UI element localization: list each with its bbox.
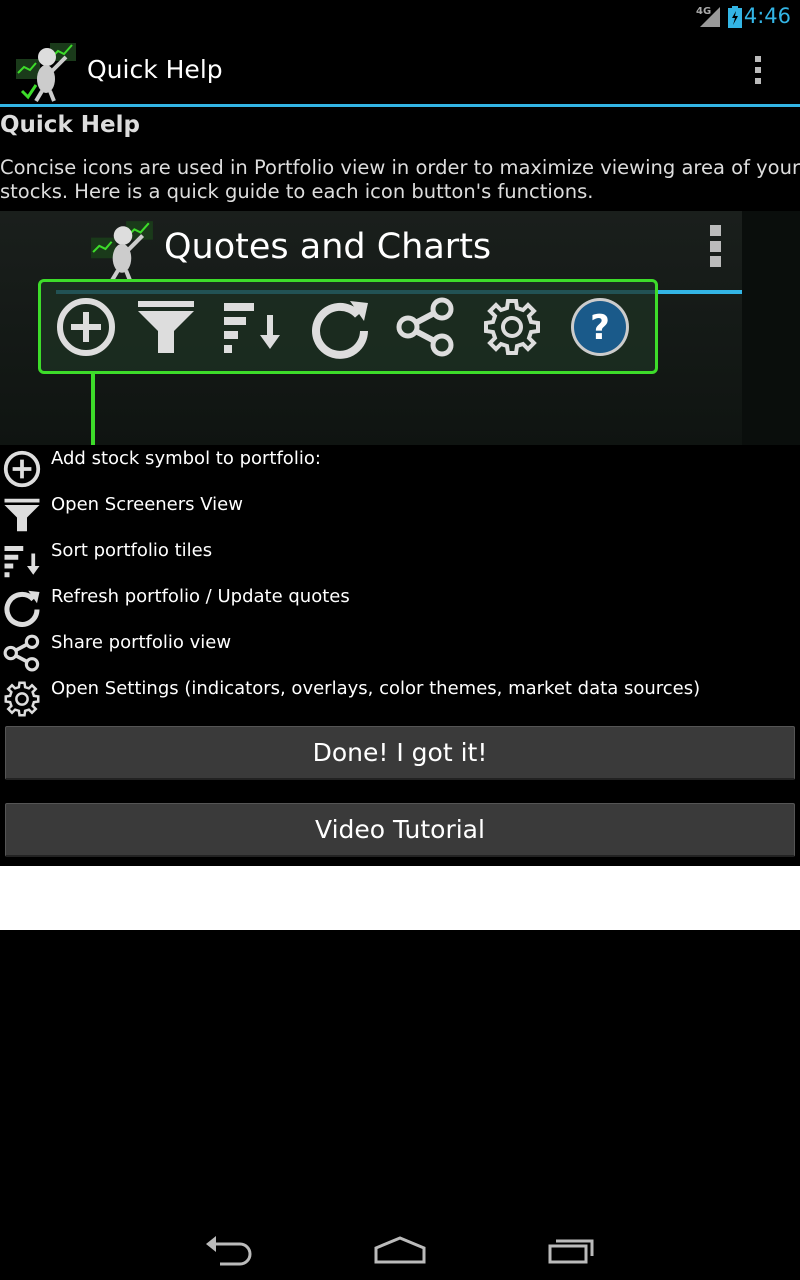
legend-item-sort: Sort portfolio tiles xyxy=(0,537,800,583)
add-icon xyxy=(57,298,115,356)
toolbar-preview-image: Quotes and Charts ? xyxy=(0,211,800,445)
sort-icon xyxy=(4,546,40,578)
share-icon xyxy=(3,634,40,672)
recents-icon[interactable] xyxy=(542,1232,602,1268)
help-icon: ? xyxy=(571,298,629,356)
app-logo-figure-icon[interactable] xyxy=(14,39,80,103)
home-icon[interactable] xyxy=(370,1232,430,1268)
legend-label: Open Settings (indicators, overlays, col… xyxy=(51,678,701,699)
action-bar-divider xyxy=(0,104,800,107)
filter-icon xyxy=(138,301,194,353)
legend-item-refresh: Refresh portfolio / Update quotes xyxy=(0,583,800,629)
legend-item-settings: Open Settings (indicators, overlays, col… xyxy=(0,675,800,721)
svg-text:?: ? xyxy=(590,308,610,348)
preview-logo-icon xyxy=(91,221,153,282)
system-nav-bar xyxy=(0,1216,800,1280)
refresh-icon xyxy=(4,590,40,627)
add-icon xyxy=(3,450,41,488)
action-bar: Quick Help xyxy=(0,33,800,105)
legend-item-add: Add stock symbol to portfolio: xyxy=(0,445,800,491)
back-icon[interactable] xyxy=(200,1232,260,1268)
legend-label: Sort portfolio tiles xyxy=(51,540,213,561)
overflow-menu-icon[interactable] xyxy=(746,53,770,87)
status-bar: 4G 4:46 xyxy=(0,0,800,33)
legend-label: Open Screeners View xyxy=(51,494,243,515)
action-bar-title: Quick Help xyxy=(87,55,223,84)
share-icon xyxy=(396,297,454,357)
sort-icon xyxy=(224,303,280,353)
settings-icon xyxy=(484,299,540,355)
legend-item-filter: Open Screeners View xyxy=(0,491,800,537)
settings-icon xyxy=(4,681,40,717)
legend-label: Refresh portfolio / Update quotes xyxy=(51,586,350,607)
filter-icon xyxy=(4,498,40,532)
preview-connector-line xyxy=(91,374,95,445)
blank-footer-area xyxy=(0,866,800,930)
status-time: 4:46 xyxy=(743,4,791,28)
preview-overflow-menu-icon xyxy=(708,225,722,267)
description-text: Concise icons are used in Portfolio view… xyxy=(0,156,800,203)
legend-label: Add stock symbol to portfolio: xyxy=(51,448,321,469)
section-title: Quick Help xyxy=(0,112,140,138)
legend-label: Share portfolio view xyxy=(51,632,232,653)
refresh-icon xyxy=(312,301,368,359)
battery-charging-icon xyxy=(728,6,742,28)
signal-icon xyxy=(700,7,720,27)
done-button[interactable]: Done! I got it! xyxy=(5,726,795,780)
legend-item-share: Share portfolio view xyxy=(0,629,800,675)
preview-title: Quotes and Charts xyxy=(164,227,492,267)
video-tutorial-button[interactable]: Video Tutorial xyxy=(5,803,795,857)
